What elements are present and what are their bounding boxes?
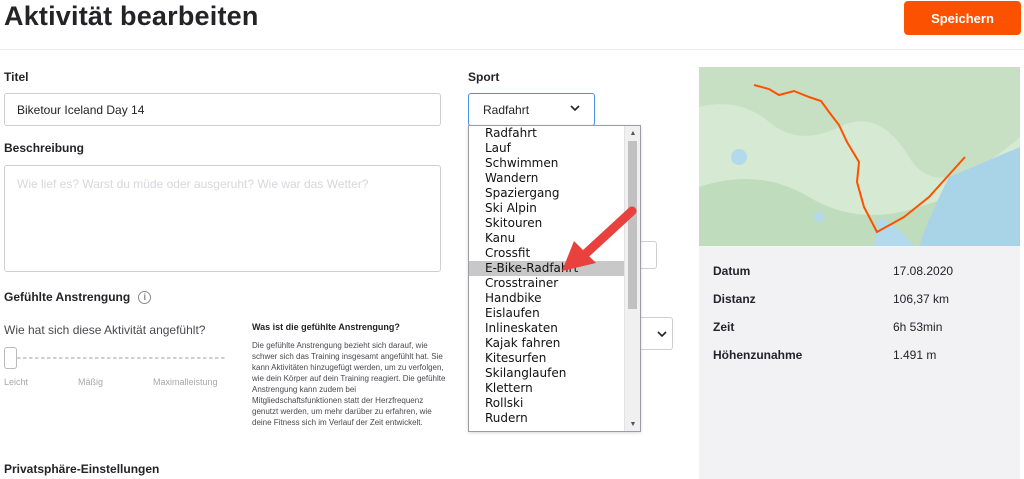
sport-option[interactable]: Crosstrainer <box>469 276 626 291</box>
sport-select-value: Radfahrt <box>483 102 530 117</box>
sport-option[interactable]: Spaziergang <box>469 186 626 201</box>
chevron-down-icon <box>657 331 667 338</box>
sport-label: Sport <box>468 70 500 84</box>
stat-value: 17.08.2020 <box>893 264 954 278</box>
sport-option[interactable]: Radfahrt <box>469 126 626 141</box>
save-button[interactable]: Speichern <box>904 1 1021 35</box>
scroll-up-icon[interactable]: ▲ <box>625 126 640 140</box>
description-label: Beschreibung <box>4 141 85 155</box>
sport-option[interactable]: Inlineskaten <box>469 321 626 336</box>
scale-label-easy: Leicht <box>4 377 29 387</box>
sport-option[interactable]: Schwimmen <box>469 156 626 171</box>
stat-value: 1.491 m <box>893 348 937 362</box>
sport-option[interactable]: Rudern <box>469 411 626 426</box>
stat-label: Zeit <box>713 320 735 334</box>
stat-label: Datum <box>713 264 751 278</box>
sport-option[interactable]: Eislaufen <box>469 306 626 321</box>
stat-value: 106,37 km <box>893 292 950 306</box>
sport-option[interactable]: Handbike <box>469 291 626 306</box>
sport-option[interactable]: Kajak fahren <box>469 336 626 351</box>
sport-dropdown-list[interactable]: Radfahrt Lauf Schwimmen Wandern Spaziergang S… <box>468 125 641 432</box>
sport-option[interactable]: Klettern <box>469 381 626 396</box>
hidden-select-edge[interactable] <box>640 317 673 350</box>
scroll-down-icon[interactable]: ▼ <box>625 417 640 431</box>
privacy-settings-heading: Privatsphäre-Einstellungen <box>4 462 160 476</box>
stat-value: 6h 53min <box>893 320 943 334</box>
scale-label-max: Maximalleistung <box>153 377 218 387</box>
help-title: Was ist die gefühlte Anstrengung? <box>252 322 400 332</box>
sport-select[interactable]: Radfahrt <box>468 93 595 126</box>
sport-option[interactable]: Lauf <box>469 141 626 156</box>
title-input[interactable]: Biketour Iceland Day 14 <box>4 93 441 126</box>
route-map[interactable] <box>699 67 1020 246</box>
sport-option[interactable]: Wandern <box>469 171 626 186</box>
effort-slider-thumb[interactable] <box>4 347 17 369</box>
sport-option[interactable]: Skilanglaufen <box>469 366 626 381</box>
title-label: Titel <box>4 70 29 84</box>
info-icon[interactable]: i <box>138 290 152 304</box>
help-text: Die gefühlte Anstrengung bezieht sich da… <box>252 341 446 427</box>
effort-question: Wie hat sich diese Aktivität angefühlt? <box>4 323 206 337</box>
sport-option[interactable]: Rollski <box>469 396 626 411</box>
red-arrow-annotation <box>562 206 637 271</box>
dropdown-scrollbar[interactable]: ▲ ▼ <box>624 126 640 431</box>
page-title: Aktivität bearbeiten <box>4 1 259 31</box>
effort-slider-track[interactable] <box>11 357 225 359</box>
scale-label-moderate: Mäßig <box>78 377 104 387</box>
header-divider <box>0 49 1024 50</box>
effort-header: Gefühlte Anstrengung i <box>4 290 152 304</box>
hidden-field-edge <box>640 241 657 269</box>
sport-option[interactable]: Kitesurfen <box>469 351 626 366</box>
stat-label: Höhenzunahme <box>713 348 803 362</box>
description-textarea[interactable]: Wie lief es? Warst du müde oder ausgeruh… <box>4 165 441 272</box>
sport-options: Radfahrt Lauf Schwimmen Wandern Spaziergang S… <box>469 126 626 426</box>
stat-label: Distanz <box>713 292 756 306</box>
map-graphic <box>699 67 1020 246</box>
chevron-down-icon <box>570 104 580 115</box>
effort-label: Gefühlte Anstrengung <box>4 290 131 304</box>
edit-activity-page: Aktivität bearbeiten Speichern Titel Bik… <box>0 0 1024 479</box>
